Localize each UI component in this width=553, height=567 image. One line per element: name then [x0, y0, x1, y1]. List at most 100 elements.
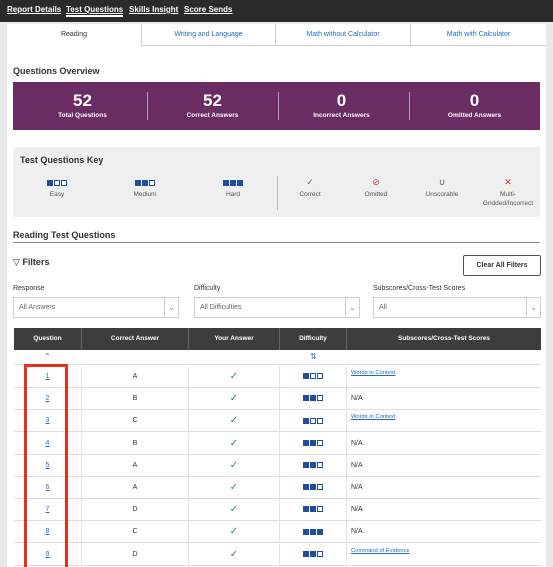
check-icon: ✓	[189, 499, 280, 522]
nav-test-questions[interactable]: Test Questions	[66, 5, 124, 17]
table-row: 8 C ✓ N/A	[14, 521, 541, 544]
incorrect-x-icon: ✕	[504, 177, 512, 187]
key-medium: Medium	[105, 177, 185, 199]
response-filter-label: Response	[13, 285, 45, 292]
omitted-answers-label: Omitted Answers	[447, 112, 502, 119]
sort-row: ⌃ ⇅	[14, 350, 541, 365]
difficulty-icon	[280, 477, 347, 499]
difficulty-hard-icon	[193, 177, 273, 188]
table-row: 2 B ✓ N/A	[14, 388, 541, 411]
key-hard-label: Hard	[225, 191, 241, 198]
section-tabs: Reading Writing and Language Math withou…	[7, 24, 546, 46]
nav-skills-insight[interactable]: Skills Insight	[129, 5, 178, 14]
key-hard: Hard	[193, 177, 273, 199]
tab-writing-and-language[interactable]: Writing and Language	[141, 24, 275, 46]
column-difficulty[interactable]: Difficulty	[280, 328, 347, 350]
key-multi-gridded: ✕ Multi-Gridded/Incorrect	[467, 177, 549, 208]
total-questions-label: Total Questions	[58, 112, 107, 119]
column-your-answer: Your Answer	[189, 328, 280, 350]
difficulty-select-value: All Difficulties	[200, 304, 242, 311]
response-select-value: All Answers	[19, 304, 56, 311]
difficulty-icon	[280, 521, 347, 544]
subscore-link[interactable]: Command of Evidence	[351, 548, 410, 554]
clear-all-filters-button[interactable]: Clear All Filters	[463, 255, 541, 276]
tab-math-with-calculator[interactable]: Math with Calculator	[410, 24, 546, 46]
correct-answer-cell: A	[82, 454, 189, 477]
tab-math-without-calculator[interactable]: Math without Calculator	[275, 24, 410, 46]
overview-incorrect: 0 Incorrect Answers	[276, 82, 407, 130]
subscore-cell: N/A	[351, 528, 363, 536]
filters-title: Filters	[22, 257, 50, 267]
correct-answer-cell: C	[82, 410, 189, 433]
total-questions-value: 52	[73, 91, 92, 110]
check-icon: ✓	[189, 388, 280, 411]
chevron-down-icon: ⌄	[164, 298, 178, 317]
sort-toggle-icon[interactable]: ⇅	[310, 352, 317, 361]
table-row: 1 A ✓ Words in Context	[14, 366, 541, 388]
difficulty-icon	[280, 388, 347, 411]
correct-answers-value: 52	[203, 91, 222, 110]
key-title: Test Questions Key	[20, 155, 104, 165]
correct-answer-cell: C	[82, 521, 189, 544]
subscore-cell: N/A	[351, 395, 363, 403]
key-divider	[277, 176, 278, 210]
subscores-filter-label: Subscores/Cross-Test Scores	[373, 285, 466, 292]
key-medium-label: Medium	[133, 191, 157, 198]
subscores-select[interactable]: All ⌄	[373, 297, 541, 318]
table-row: 4 B ✓ N/A	[14, 432, 541, 455]
subscore-link[interactable]: Words in Context	[351, 414, 395, 420]
difficulty-icon	[280, 432, 347, 455]
subscores-select-value: All	[379, 304, 387, 311]
top-navigation: Report Details Test Questions Skills Ins…	[0, 0, 553, 22]
subscore-link[interactable]: Words in Context	[351, 370, 395, 376]
nav-report-details[interactable]: Report Details	[7, 5, 61, 14]
subscore-cell: N/A	[351, 461, 363, 469]
correct-answers-label: Correct Answers	[186, 112, 239, 119]
subscore-cell: Command of Evidence	[347, 544, 541, 566]
chevron-down-icon: ⌄	[526, 298, 540, 317]
questions-overview-panel: 52 Total Questions 52 Correct Answers 0 …	[13, 82, 540, 130]
check-icon: ✓	[189, 543, 280, 566]
question-column-highlight	[24, 364, 68, 567]
overview-omitted: 0 Omitted Answers	[409, 82, 540, 130]
key-easy: Easy	[17, 177, 97, 199]
correct-answer-cell: D	[82, 499, 189, 522]
response-select[interactable]: All Answers ⌄	[13, 297, 179, 318]
difficulty-icon	[280, 499, 347, 522]
overview-correct: 52 Correct Answers	[147, 82, 278, 130]
incorrect-answers-label: Incorrect Answers	[313, 112, 370, 119]
key-multi-gridded-label: Multi-Gridded/Incorrect	[482, 191, 534, 207]
check-icon: ✓	[189, 477, 280, 499]
incorrect-answers-value: 0	[336, 91, 347, 110]
check-icon: ✓	[189, 454, 280, 477]
check-icon: ✓	[189, 432, 280, 455]
section-title: Reading Test Questions	[13, 230, 116, 240]
filters-heading: ▽ Filters	[13, 257, 49, 268]
overview-total: 52 Total Questions	[17, 82, 148, 130]
check-icon: ✓	[189, 366, 280, 388]
table-row: 7 D ✓ N/A	[14, 499, 541, 522]
check-icon: ✓	[189, 410, 280, 433]
column-question[interactable]: Question	[14, 328, 82, 350]
correct-answer-cell: A	[82, 477, 189, 499]
column-correct-answer: Correct Answer	[82, 328, 189, 350]
subscore-cell: Words in Context	[347, 410, 541, 432]
table-row: 3 C ✓ Words in Context	[14, 410, 541, 433]
tab-reading[interactable]: Reading	[7, 24, 141, 46]
correct-answer-cell: D	[82, 543, 189, 566]
section-divider	[13, 242, 540, 243]
difficulty-easy-icon	[17, 177, 97, 188]
key-easy-label: Easy	[49, 191, 65, 198]
chevron-down-icon: ⌄	[345, 298, 359, 317]
difficulty-icon	[280, 410, 347, 433]
difficulty-select[interactable]: All Difficulties ⌄	[194, 297, 360, 318]
filter-icon: ▽	[13, 257, 20, 267]
correct-answer-cell: B	[82, 432, 189, 455]
table-row: 5 A ✓ N/A	[14, 454, 541, 477]
correct-answer-cell: A	[82, 366, 189, 388]
sort-ascending-icon[interactable]: ⌃	[44, 352, 51, 361]
difficulty-filter-label: Difficulty	[194, 285, 221, 292]
subscore-cell: N/A	[351, 439, 363, 447]
nav-score-sends[interactable]: Score Sends	[184, 5, 232, 14]
omitted-answers-value: 0	[469, 91, 480, 110]
